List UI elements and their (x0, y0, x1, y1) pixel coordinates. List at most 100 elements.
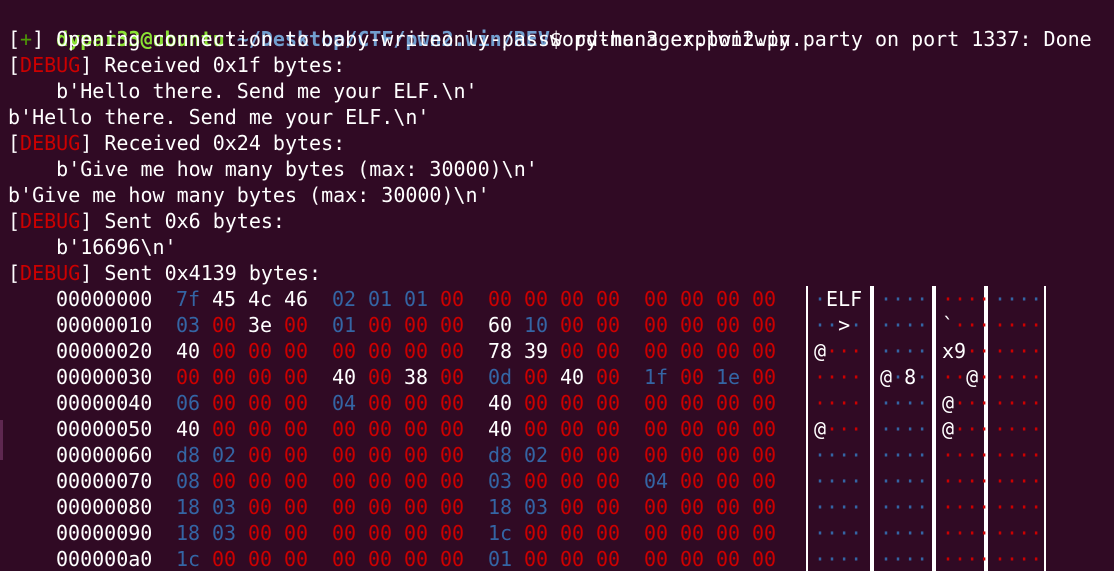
hexdump-byte: 00 (752, 339, 777, 363)
prompt-line: dypar33@ubuntu:~/Desktop/CTF/pwn2.win/RE… (8, 0, 791, 51)
hexdump-byte: 00 (644, 417, 669, 441)
hexdump-byte: 00 (440, 521, 465, 545)
hexdump-byte: 00 (212, 417, 237, 441)
hexdump-byte: 00 (752, 495, 777, 519)
ascii-chunk: ···· (942, 495, 991, 519)
ascii-chunk: ···· (994, 495, 1043, 519)
hexdump-byte: 60 (488, 313, 513, 337)
ascii-chunk: ···· (994, 443, 1043, 467)
hexdump-byte: 00 (596, 391, 621, 415)
hexdump-byte: 00 (332, 469, 357, 493)
hexdump-byte: 00 (248, 365, 273, 389)
ascii-chunk: @··· (942, 417, 991, 441)
hexdump-byte: 00 (284, 313, 309, 337)
ascii-chunk: ···· (880, 469, 929, 493)
hexdump-byte: 00 (752, 521, 777, 545)
hexdump-byte: 00 (440, 469, 465, 493)
bracket-close: ] (80, 209, 105, 233)
hexdump-byte: 00 (212, 365, 237, 389)
hexdump-byte: 00 (524, 469, 549, 493)
hexdump-byte: 00 (284, 495, 309, 519)
hexdump-byte: 00 (596, 417, 621, 441)
hexdump-byte: 46 (284, 287, 309, 311)
hexdump-offset: 00000060 (56, 443, 153, 467)
terminal-window[interactable]: dypar33@ubuntu:~/Desktop/CTF/pwn2.win/RE… (0, 0, 1114, 571)
hexdump-offset: 00000080 (56, 495, 153, 519)
hexdump-byte: 00 (368, 391, 393, 415)
hexdump-byte: 40 (332, 365, 357, 389)
hexdump-byte: 0d (488, 365, 513, 389)
output-text: Sent 0x4139 bytes: (104, 261, 322, 285)
hexdump-byte: 00 (560, 287, 585, 311)
hexdump-byte: 03 (176, 313, 201, 337)
hexdump-byte: 00 (560, 495, 585, 519)
output-line: [DEBUG] Received 0x1f bytes: (8, 52, 345, 78)
hexdump-byte: 00 (560, 521, 585, 545)
output-line: [DEBUG] Received 0x24 bytes: (8, 130, 345, 156)
ascii-chunk: ···· (942, 469, 991, 493)
hexdump-offset: 00000030 (56, 365, 153, 389)
hexdump-byte: 00 (440, 391, 465, 415)
hexdump-byte: 03 (212, 495, 237, 519)
ascii-chunk: ···· (814, 443, 863, 467)
ascii-chunk: ···· (880, 417, 929, 441)
output-line: b'Hello there. Send me your ELF.\n' (8, 104, 429, 130)
ascii-column: ·ELF ··>· @··· ···· ···· @··· ···· ···· ···· ····… (808, 286, 870, 571)
hexdump-byte: 00 (716, 443, 741, 467)
hexdump-byte: 40 (488, 417, 513, 441)
ascii-chunk: ···· (814, 547, 863, 571)
hexdump-byte: 00 (368, 547, 393, 571)
ascii-chunk: ···· (994, 339, 1043, 363)
ascii-chunk: @·8· (880, 365, 929, 389)
scrollbar-stub[interactable] (0, 420, 3, 460)
hexdump-byte: 00 (284, 521, 309, 545)
hexdump-byte: 00 (248, 521, 273, 545)
hexdump-byte: 00 (716, 521, 741, 545)
hexdump-byte: 01 (488, 547, 513, 571)
hexdump-offset: 00000090 (56, 521, 153, 545)
ascii-chunk: ···· (814, 365, 863, 389)
bracket-open: [ (8, 209, 21, 233)
hexdump-byte: 45 (212, 287, 237, 311)
hexdump-byte: 02 (212, 443, 237, 467)
hexdump-byte: 00 (644, 495, 669, 519)
output-text: b'Hello there. Send me your ELF.\n' (8, 105, 430, 129)
hexdump-byte: 00 (560, 469, 585, 493)
bracket-open: [ (8, 53, 21, 77)
ascii-chunk: ···· (814, 521, 863, 545)
ascii-chunk: @··· (814, 339, 863, 363)
hexdump-offset: 00000050 (56, 417, 153, 441)
hexdump-byte: 00 (680, 547, 705, 571)
hexdump-byte: 00 (560, 391, 585, 415)
hexdump-byte: 00 (644, 547, 669, 571)
ascii-chunk: ···· (942, 287, 991, 311)
hexdump-byte: 00 (596, 469, 621, 493)
hexdump-byte: 00 (680, 521, 705, 545)
ascii-chunk: ···· (994, 469, 1043, 493)
ascii-chunk: ···· (994, 547, 1043, 571)
ascii-chunk: ···· (880, 547, 929, 571)
hexdump-byte: 03 (488, 469, 513, 493)
hexdump-byte: 00 (560, 443, 585, 467)
ascii-chunk: x9·· (942, 339, 991, 363)
output-text: b'Give me how many bytes (max: 30000)\n' (8, 183, 490, 207)
output-text: b'Give me how many bytes (max: 30000)\n' (8, 157, 538, 181)
ascii-chunk: @··· (814, 417, 863, 441)
hexdump-offset: 00000070 (56, 469, 153, 493)
hexdump-byte: 00 (752, 365, 777, 389)
hexdump-byte: 00 (644, 313, 669, 337)
bracket-open: [ (8, 261, 21, 285)
debug-tag: DEBUG (20, 209, 81, 233)
hexdump-byte: 00 (212, 391, 237, 415)
ascii-chunk: `··· (942, 313, 991, 337)
hexdump-byte: 00 (752, 287, 777, 311)
hexdump-byte: 00 (368, 469, 393, 493)
output-text: b'Hello there. Send me your ELF.\n' (8, 79, 478, 103)
hexdump-byte: 00 (644, 521, 669, 545)
hexdump-byte: 3e (248, 313, 273, 337)
ascii-chunk: ···· (814, 495, 863, 519)
bracket-open: [ (8, 27, 21, 51)
hexdump-byte: 00 (248, 391, 273, 415)
hexdump-byte: 00 (524, 547, 549, 571)
hexdump-offset: 00000040 (56, 391, 153, 415)
